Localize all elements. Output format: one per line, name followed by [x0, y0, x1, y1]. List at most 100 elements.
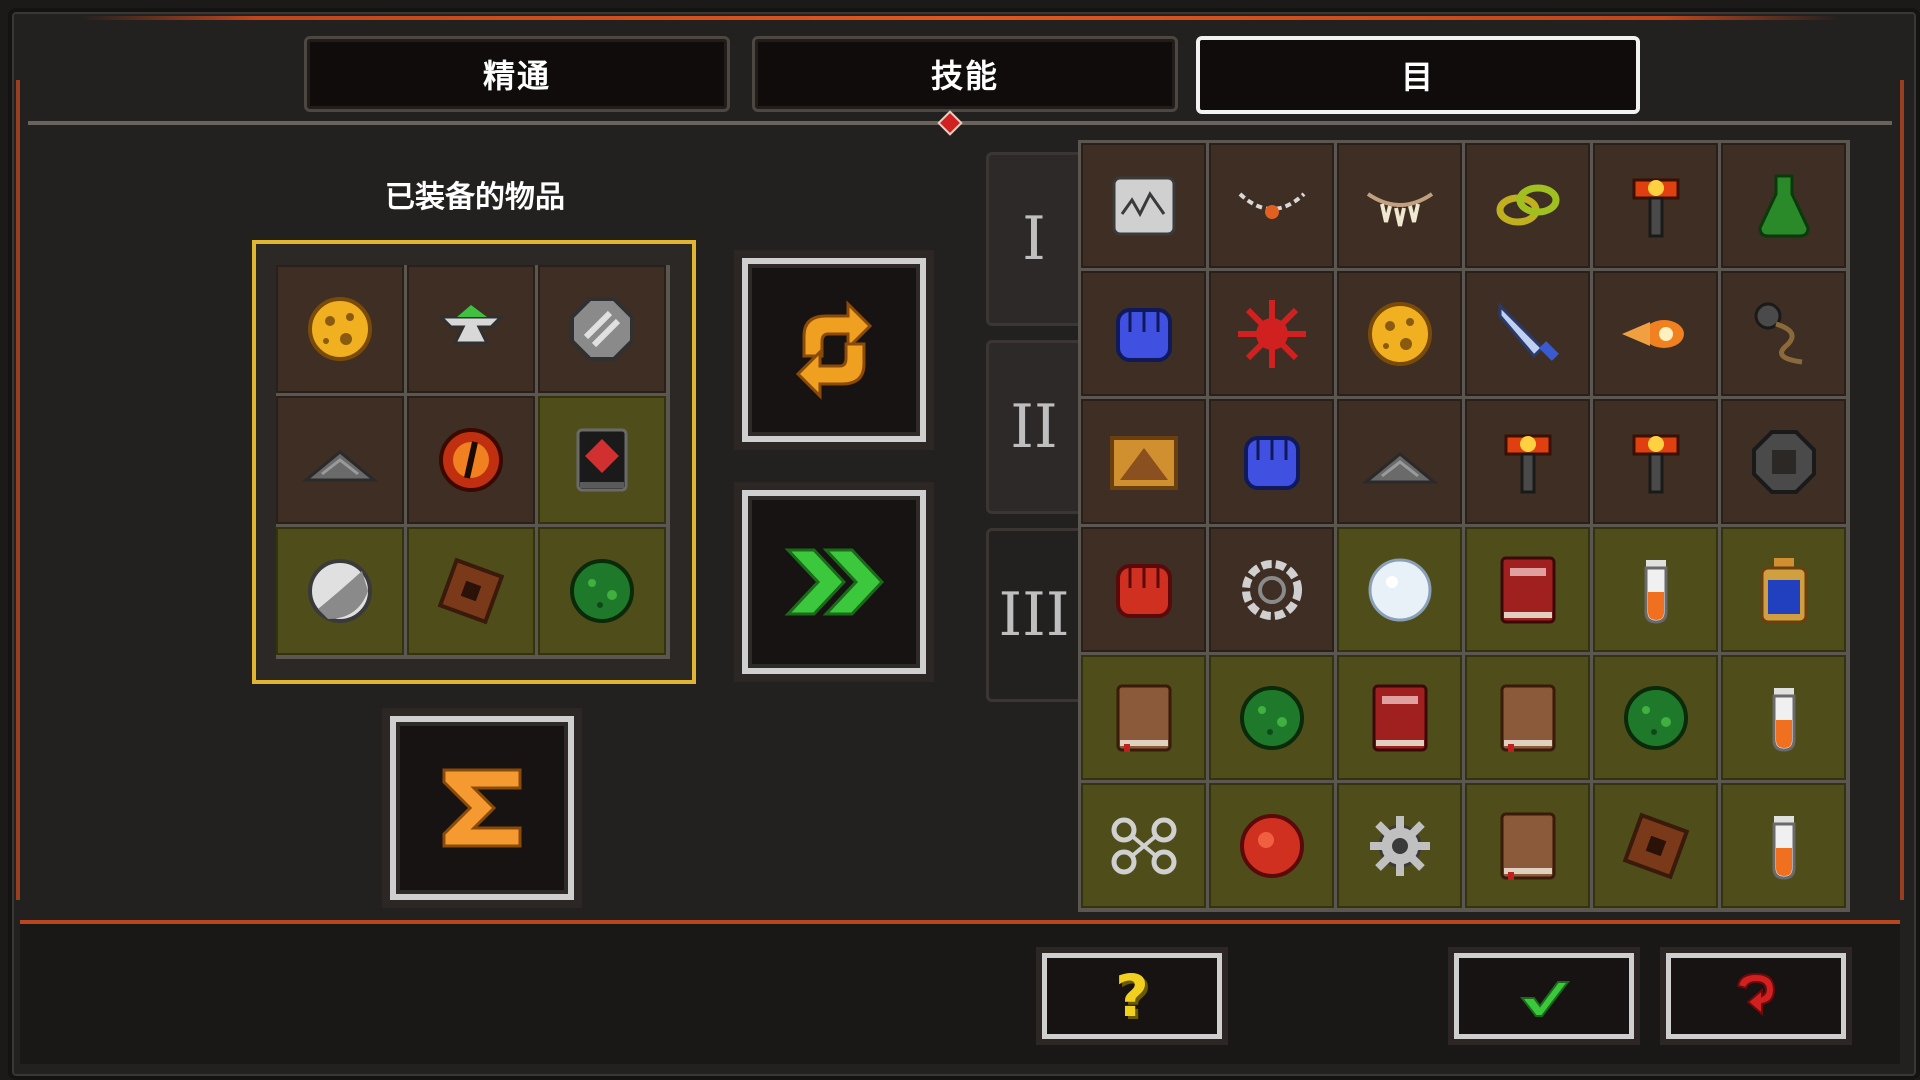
inventory-page-3[interactable]: III: [986, 528, 1079, 702]
equipped-slot[interactable]: [538, 527, 666, 655]
red-fist-icon: [1115, 563, 1172, 618]
inventory-slot[interactable]: [1081, 655, 1206, 780]
equipped-slot[interactable]: [276, 396, 404, 524]
chain-link-icon: [1496, 184, 1559, 225]
moss-ball-icon: [1623, 685, 1688, 750]
equipped-slot[interactable]: [538, 396, 666, 524]
swap-button[interactable]: [742, 258, 926, 442]
red-tome-icon: [1500, 556, 1555, 623]
blue-fist-icon: [1243, 435, 1300, 490]
ash-pile-icon: [301, 450, 379, 482]
rune-tile-icon: [437, 557, 505, 625]
cog-icon: [1369, 815, 1430, 876]
inventory-slot[interactable]: [1593, 271, 1718, 396]
equipped-slot[interactable]: [407, 527, 535, 655]
inventory-slot[interactable]: [1721, 527, 1846, 652]
brown-book-icon: [1500, 812, 1555, 880]
snow-orb-icon: [1368, 558, 1431, 621]
tablet-icon: [1112, 176, 1175, 235]
checkmark-icon: [1519, 981, 1571, 1017]
iron-ring-icon: [1751, 429, 1816, 494]
ash-pile-icon: [1361, 451, 1438, 483]
inventory-slot[interactable]: [1209, 271, 1334, 396]
necklace-icon: [1238, 192, 1305, 219]
frame-top-accent: [80, 16, 1840, 20]
inventory-slot[interactable]: [1465, 143, 1590, 268]
anvil-icon: [437, 305, 505, 345]
fast-forward-button[interactable]: [742, 490, 926, 674]
cheese-wheel-icon: [1367, 301, 1432, 366]
inventory-slot[interactable]: [1209, 527, 1334, 652]
fast-forward-icon: [784, 548, 885, 616]
steel-disc-icon: [570, 297, 634, 361]
inventory-slot[interactable]: [1465, 399, 1590, 524]
confirm-button[interactable]: [1454, 953, 1634, 1039]
inventory-slot[interactable]: [1465, 783, 1590, 908]
tab-mastery[interactable]: 精通: [304, 36, 730, 112]
inventory-slot[interactable]: [1721, 271, 1846, 396]
inventory-slot[interactable]: [1337, 271, 1462, 396]
inventory-slot[interactable]: [1081, 271, 1206, 396]
red-tome-icon: [1372, 684, 1427, 751]
inventory-slot[interactable]: [1209, 783, 1334, 908]
question-icon: ?: [1115, 962, 1149, 1030]
inventory-slot[interactable]: [1081, 143, 1206, 268]
inventory-slot[interactable]: [1721, 655, 1846, 780]
inventory-page-2[interactable]: II: [986, 340, 1079, 514]
help-button[interactable]: ?: [1042, 953, 1222, 1039]
fireball-icon: [1621, 319, 1684, 348]
inventory-slot[interactable]: [1593, 783, 1718, 908]
inventory-slot[interactable]: [1209, 143, 1334, 268]
inventory-slot[interactable]: [1337, 143, 1462, 268]
sigma-icon: [442, 768, 522, 848]
inventory-slot[interactable]: [1593, 655, 1718, 780]
inventory-slot[interactable]: [1721, 399, 1846, 524]
inventory-slot[interactable]: [1465, 271, 1590, 396]
brown-book-icon: [1500, 684, 1555, 752]
fire-hammer-icon: [1632, 178, 1679, 237]
vial-icon: [1644, 559, 1667, 624]
inventory-slot[interactable]: [1593, 527, 1718, 652]
inventory-slot[interactable]: [1209, 655, 1334, 780]
shackles-icon: [1111, 817, 1176, 874]
equipped-slot[interactable]: [407, 265, 535, 393]
inventory-page-1[interactable]: I: [986, 152, 1079, 326]
inventory-slot[interactable]: [1081, 783, 1206, 908]
equipped-slot[interactable]: [538, 265, 666, 393]
return-arrow-icon: [1736, 972, 1776, 1017]
dagger-icon: [1498, 301, 1559, 361]
blue-fist-icon: [1115, 307, 1172, 362]
red-splat-icon: [1237, 299, 1306, 368]
back-button[interactable]: [1666, 953, 1846, 1039]
moss-ball-icon: [570, 559, 634, 623]
sum-button[interactable]: [390, 716, 574, 900]
equipped-slot[interactable]: [276, 265, 404, 393]
inventory-slot[interactable]: [1721, 143, 1846, 268]
inventory-slot[interactable]: [1209, 399, 1334, 524]
brown-book-icon: [1116, 684, 1171, 752]
inventory-slot[interactable]: [1465, 527, 1590, 652]
dark-tome-icon: [576, 428, 628, 492]
inventory-slot[interactable]: [1593, 143, 1718, 268]
equipped-slot[interactable]: [407, 396, 535, 524]
tab-skills[interactable]: 技能: [752, 36, 1178, 112]
inventory-slot[interactable]: [1337, 783, 1462, 908]
green-flask-icon: [1757, 174, 1810, 237]
inventory-grid: [1078, 140, 1850, 912]
cheese-wheel-icon: [308, 297, 372, 361]
tab-items[interactable]: 目: [1196, 36, 1640, 114]
inventory-slot[interactable]: [1721, 783, 1846, 908]
inventory-slot[interactable]: [1593, 399, 1718, 524]
fire-eye-orb-icon: [439, 428, 503, 492]
inventory-slot[interactable]: [1337, 527, 1462, 652]
inventory-slot[interactable]: [1337, 655, 1462, 780]
pyramid-card-icon: [1109, 435, 1178, 490]
frame-left-accent: [16, 80, 20, 900]
chain-ring-icon: [1241, 559, 1302, 620]
inventory-slot[interactable]: [1465, 655, 1590, 780]
inventory-slot[interactable]: [1081, 527, 1206, 652]
inventory-slot[interactable]: [1337, 399, 1462, 524]
moon-orb-icon: [308, 559, 372, 623]
inventory-slot[interactable]: [1081, 399, 1206, 524]
equipped-slot[interactable]: [276, 527, 404, 655]
